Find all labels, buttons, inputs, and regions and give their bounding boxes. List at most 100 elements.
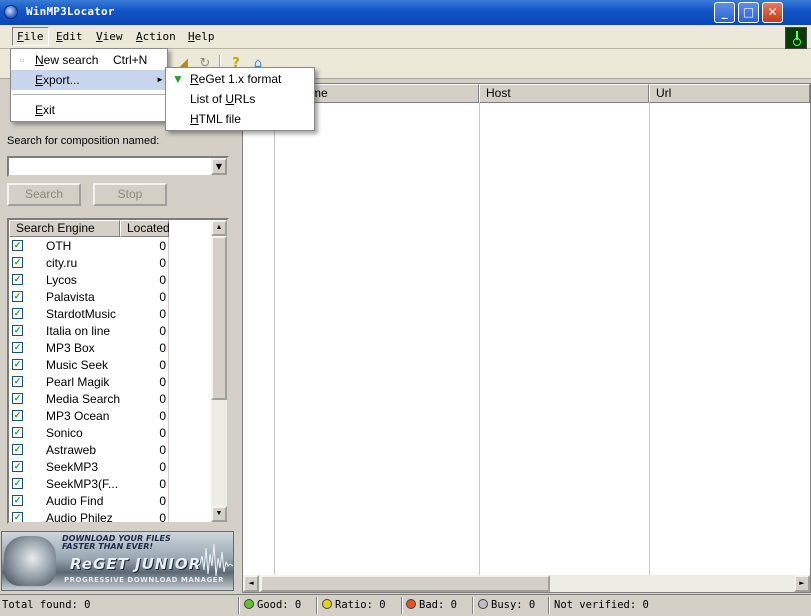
- app-icon[interactable]: [4, 5, 18, 19]
- column-url[interactable]: Url: [649, 84, 810, 103]
- engine-checkbox[interactable]: ✓: [12, 427, 23, 438]
- engine-checkbox[interactable]: ✓: [12, 495, 23, 506]
- list-item[interactable]: ✓ Music Seek 0: [9, 357, 209, 374]
- engine-located-count: 0: [159, 239, 166, 253]
- list-item[interactable]: ✓ Lycos 0: [9, 272, 209, 289]
- column-divider: [479, 103, 480, 575]
- scroll-thumb[interactable]: [260, 575, 550, 592]
- list-item[interactable]: ✓ MP3 Ocean 0: [9, 408, 209, 425]
- engine-checkbox[interactable]: ✓: [12, 376, 23, 387]
- engine-checkbox[interactable]: ✓: [12, 274, 23, 285]
- engine-checkbox[interactable]: ✓: [12, 359, 23, 370]
- scroll-right-icon[interactable]: ►: [794, 575, 810, 592]
- list-item[interactable]: ✓ SeekMP3(F... 0: [9, 476, 209, 493]
- engine-checkbox[interactable]: ✓: [12, 342, 23, 353]
- menu-item-exit[interactable]: Exit: [11, 100, 167, 120]
- column-search-engine[interactable]: Search Engine: [9, 220, 120, 237]
- list-item[interactable]: ✓ Sonico 0: [9, 425, 209, 442]
- status-divider: [238, 597, 240, 614]
- scroll-up-icon[interactable]: ▲: [211, 220, 227, 236]
- menu-item-html-file[interactable]: HTML file: [166, 109, 314, 129]
- list-item[interactable]: ✓ OTH 0: [9, 238, 209, 255]
- column-divider: [274, 103, 275, 575]
- engine-checkbox[interactable]: ✓: [12, 410, 23, 421]
- minimize-button[interactable]: _: [714, 2, 735, 23]
- engine-list-scrollbar[interactable]: ▲ ▼: [211, 220, 227, 522]
- engine-checkbox[interactable]: ✓: [12, 325, 23, 336]
- list-item[interactable]: ✓ Palavista 0: [9, 289, 209, 306]
- engine-name: Music Seek: [46, 358, 109, 372]
- menu-item-reget-format[interactable]: ▼ ReGet 1.x format: [166, 69, 314, 89]
- engine-located-count: 0: [159, 256, 166, 270]
- menu-item-new-search[interactable]: ▫ New search Ctrl+N: [11, 50, 167, 70]
- check-icon: ▼: [172, 72, 184, 86]
- engine-checkbox[interactable]: ✓: [12, 308, 23, 319]
- menu-action[interactable]: Action: [136, 30, 176, 43]
- search-engine-list[interactable]: Search Engine Located ✓ OTH 0 ✓ city.ru 0 ✓ Lyc…: [7, 218, 229, 524]
- menu-item-list-of-urls[interactable]: List of URLs: [166, 89, 314, 109]
- menu-view[interactable]: View: [96, 30, 123, 43]
- status-bar: Total found: 0 Good: 0 Ratio: 0 Bad: 0 B…: [0, 594, 811, 616]
- results-hscrollbar[interactable]: ◄ ►: [243, 575, 810, 592]
- submenu-arrow-icon: ►: [156, 75, 164, 84]
- engine-name: Sonico: [46, 426, 83, 440]
- results-list[interactable]: me Host Url ◄ ►: [242, 83, 811, 593]
- column-located[interactable]: Located: [120, 220, 170, 237]
- scroll-left-icon[interactable]: ◄: [243, 575, 259, 592]
- list-item[interactable]: ✓ Italia on line 0: [9, 323, 209, 340]
- engine-name: Audio Philez: [46, 511, 113, 524]
- engine-checkbox[interactable]: ✓: [12, 478, 23, 489]
- menu-file[interactable]: File: [12, 27, 49, 46]
- engine-list-header: Search Engine Located: [9, 220, 209, 237]
- list-item[interactable]: ✓ Pearl Magik 0: [9, 374, 209, 391]
- chevron-down-icon[interactable]: ▼: [211, 158, 227, 175]
- status-bad: Bad: 0: [406, 599, 457, 611]
- menu-separator: [13, 94, 165, 95]
- maximize-button[interactable]: □: [738, 2, 759, 23]
- engine-checkbox[interactable]: ✓: [12, 444, 23, 455]
- ratio-status-icon: [322, 599, 332, 609]
- engine-checkbox[interactable]: ✓: [12, 512, 23, 522]
- scroll-thumb[interactable]: [211, 236, 227, 400]
- column-host[interactable]: Host: [479, 84, 649, 103]
- waveform-icon: [197, 543, 233, 577]
- status-good: Good: 0: [244, 599, 301, 611]
- engine-checkbox[interactable]: ✓: [12, 240, 23, 251]
- reget-junior-banner[interactable]: DOWNLOAD YOUR FILES FASTER THAN EVER! Re…: [1, 531, 234, 591]
- list-item[interactable]: ✓ StardotMusic 0: [9, 306, 209, 323]
- engine-checkbox[interactable]: ✓: [12, 257, 23, 268]
- engine-checkbox[interactable]: ✓: [12, 461, 23, 472]
- shortcut-label: Ctrl+N: [113, 53, 148, 67]
- banner-brand: ReGET JUNIOR: [70, 555, 202, 573]
- engine-checkbox[interactable]: ✓: [12, 393, 23, 404]
- search-button[interactable]: Search: [7, 183, 81, 206]
- list-item[interactable]: ✓ city.ru 0: [9, 255, 209, 272]
- engine-located-count: 0: [159, 443, 166, 457]
- network-activity-icon: [785, 27, 807, 49]
- search-combobox[interactable]: ▼: [7, 156, 229, 177]
- engine-name: StardotMusic: [46, 307, 117, 321]
- good-status-icon: [244, 599, 254, 609]
- engine-located-count: 0: [159, 341, 166, 355]
- engine-name: MP3 Box: [46, 341, 95, 355]
- engine-name: Audio Find: [46, 494, 104, 508]
- list-item[interactable]: ✓ Astraweb 0: [9, 442, 209, 459]
- list-item[interactable]: ✓ SeekMP3 0: [9, 459, 209, 476]
- status-divider: [548, 597, 550, 614]
- menu-help[interactable]: Help: [188, 30, 215, 43]
- list-item[interactable]: ✓ Audio Philez 0: [9, 510, 209, 524]
- engine-located-count: 0: [159, 324, 166, 338]
- menu-edit[interactable]: Edit: [56, 30, 83, 43]
- list-item[interactable]: ✓ Media Search 0: [9, 391, 209, 408]
- stop-button[interactable]: Stop: [93, 183, 167, 206]
- search-label: Search for composition named:: [7, 135, 160, 147]
- list-item[interactable]: ✓ Audio Find 0: [9, 493, 209, 510]
- close-button[interactable]: ✕: [762, 2, 783, 23]
- menu-item-export[interactable]: Export... ►: [11, 70, 167, 90]
- engine-name: SeekMP3(F...: [46, 477, 119, 491]
- engine-located-count: 0: [159, 409, 166, 423]
- list-item[interactable]: ✓ MP3 Box 0: [9, 340, 209, 357]
- engine-checkbox[interactable]: ✓: [12, 291, 23, 302]
- engine-located-count: 0: [159, 358, 166, 372]
- scroll-down-icon[interactable]: ▼: [211, 506, 227, 522]
